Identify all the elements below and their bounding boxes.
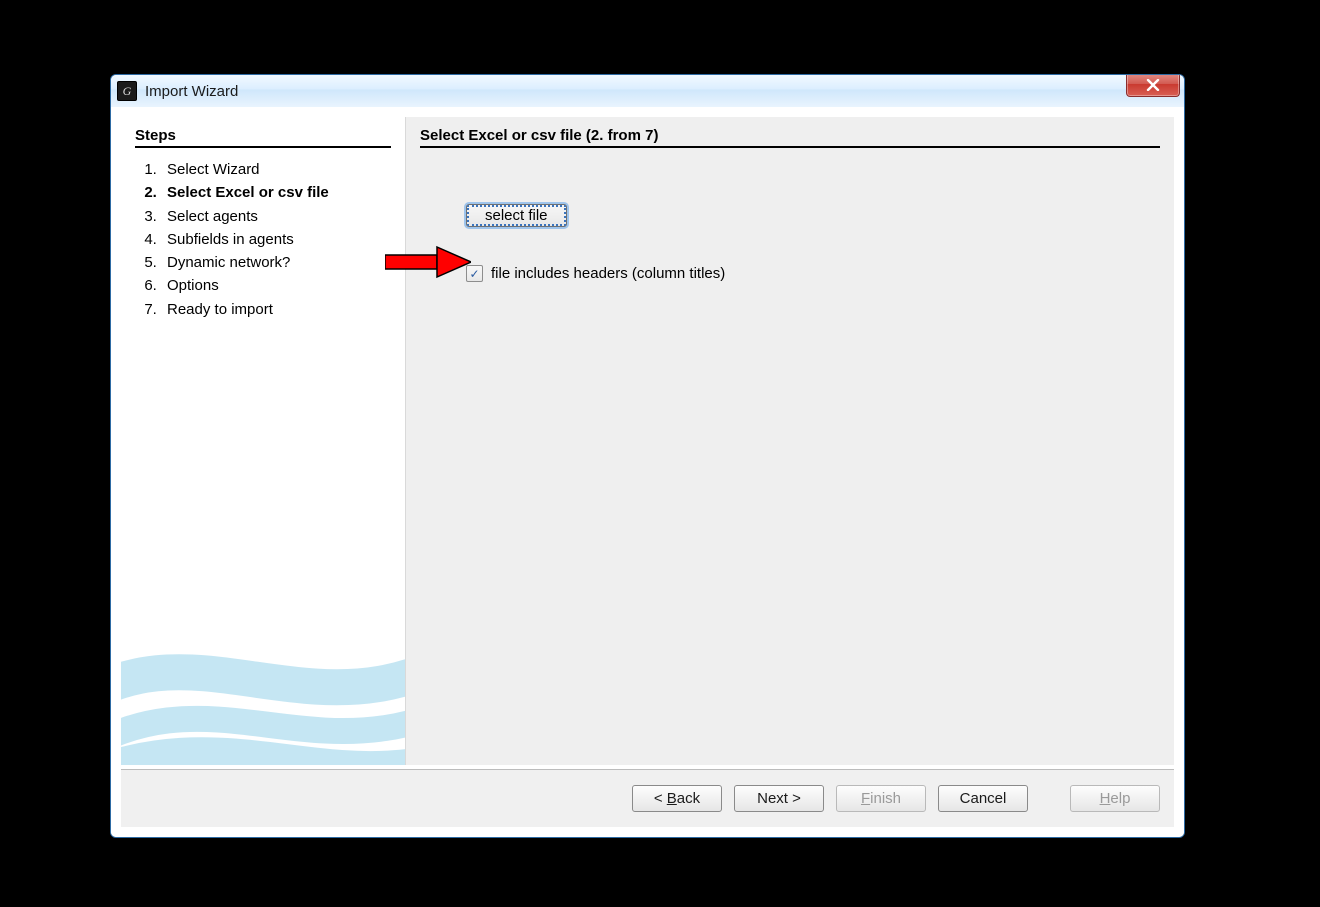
step-item-4: Subfields in agents bbox=[161, 228, 391, 251]
content-heading: Select Excel or csv file (2. from 7) bbox=[420, 127, 1160, 148]
button-bar: < Back Next > Finish Cancel Help bbox=[121, 769, 1174, 827]
help-button[interactable]: Help bbox=[1070, 785, 1160, 812]
cancel-button[interactable]: Cancel bbox=[938, 785, 1028, 812]
back-button[interactable]: < Back bbox=[632, 785, 722, 812]
app-icon: G bbox=[117, 81, 137, 101]
titlebar: G Import Wizard bbox=[111, 75, 1184, 108]
finish-button[interactable]: Finish bbox=[836, 785, 926, 812]
client-area: Steps Select Wizard Select Excel or csv … bbox=[111, 107, 1184, 837]
step-item-2: Select Excel or csv file bbox=[161, 181, 391, 204]
step-item-3: Select agents bbox=[161, 205, 391, 228]
steps-heading: Steps bbox=[135, 127, 391, 148]
headers-checkbox-label: file includes headers (column titles) bbox=[491, 265, 725, 282]
close-icon bbox=[1146, 79, 1160, 91]
wizard-body: Steps Select Wizard Select Excel or csv … bbox=[121, 117, 1174, 765]
decorative-wave bbox=[121, 535, 405, 765]
step-item-7: Ready to import bbox=[161, 298, 391, 321]
next-button[interactable]: Next > bbox=[734, 785, 824, 812]
step-item-6: Options bbox=[161, 274, 391, 297]
steps-pane: Steps Select Wizard Select Excel or csv … bbox=[121, 117, 405, 765]
select-file-label: select file bbox=[485, 207, 548, 224]
wizard-window: G Import Wizard Steps Select Wizard Sele… bbox=[110, 74, 1185, 838]
select-file-button[interactable]: select file bbox=[466, 204, 567, 227]
steps-list: Select Wizard Select Excel or csv file S… bbox=[135, 158, 391, 321]
window-close-button[interactable] bbox=[1126, 74, 1180, 97]
window-title: Import Wizard bbox=[145, 83, 238, 100]
headers-checkbox[interactable]: ✓ bbox=[466, 265, 483, 282]
wizard-frame: Steps Select Wizard Select Excel or csv … bbox=[121, 117, 1174, 827]
headers-checkbox-row: ✓ file includes headers (column titles) bbox=[466, 265, 1160, 282]
step-item-5: Dynamic network? bbox=[161, 251, 391, 274]
step-item-1: Select Wizard bbox=[161, 158, 391, 181]
content-pane: Select Excel or csv file (2. from 7) sel… bbox=[405, 117, 1174, 765]
